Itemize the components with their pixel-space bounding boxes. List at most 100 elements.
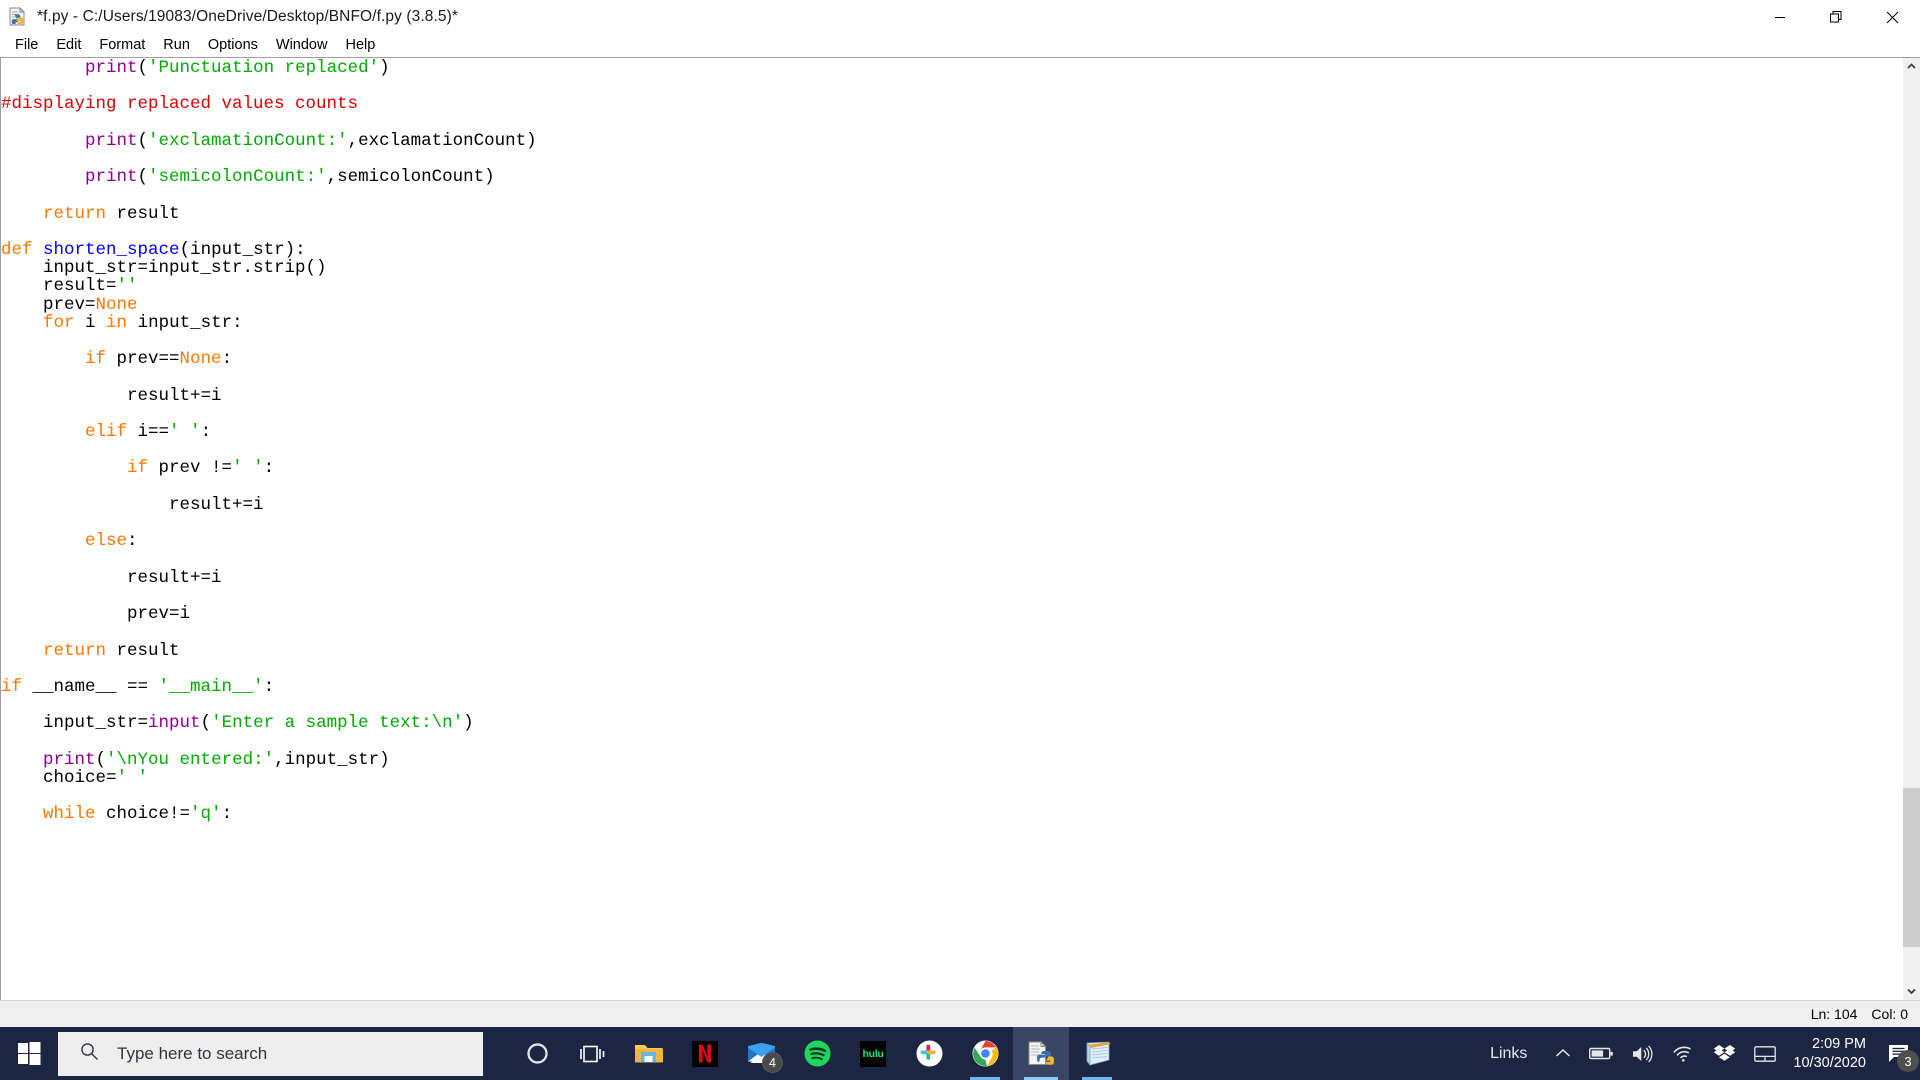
code-editor[interactable]: print('Punctuation replaced') #displayin… xyxy=(0,57,1903,1000)
code-token: result xyxy=(106,203,180,224)
mail-badge: 4 xyxy=(762,1052,783,1073)
vertical-scrollbar[interactable] xyxy=(1903,57,1920,1000)
code-token: : xyxy=(127,531,138,552)
windows-start-icon[interactable] xyxy=(0,1027,58,1080)
close-button[interactable] xyxy=(1864,0,1920,34)
code-line: prev=None xyxy=(1,296,1903,314)
code-token: else xyxy=(85,531,128,552)
chrome-icon[interactable] xyxy=(957,1027,1013,1080)
scroll-down-arrow-icon[interactable] xyxy=(1903,983,1920,1000)
status-bar: Ln: 104 Col: 0 xyxy=(0,1000,1920,1027)
code-token: prev== xyxy=(106,349,180,370)
code-line: for i in input_str: xyxy=(1,314,1903,332)
touchpad-icon[interactable] xyxy=(1745,1027,1785,1080)
python-idle-icon xyxy=(8,6,28,27)
code-token: input_str= xyxy=(1,713,149,734)
code-line: if prev==None: xyxy=(1,350,1903,368)
search-placeholder: Type here to search xyxy=(117,1043,268,1063)
wifi-icon[interactable] xyxy=(1664,1027,1704,1080)
code-token: ( xyxy=(137,130,149,151)
menu-item-edit[interactable]: Edit xyxy=(47,36,90,54)
editor-area: print('Punctuation replaced') #displayin… xyxy=(0,57,1920,1000)
code-token: def xyxy=(1,240,33,261)
notepad-icon[interactable] xyxy=(1069,1027,1125,1080)
scrollbar-track[interactable] xyxy=(1903,75,1920,983)
code-token: return xyxy=(43,640,107,661)
cortana-icon[interactable] xyxy=(509,1027,565,1080)
code-token: print xyxy=(85,167,138,188)
python-idle-icon[interactable] xyxy=(1013,1027,1069,1080)
code-token: result= xyxy=(1,276,117,297)
scrollbar-thumb[interactable] xyxy=(1903,787,1920,947)
code-line: print('exclamationCount:',exclamationCou… xyxy=(1,132,1903,150)
code-line: result+=i xyxy=(1,387,1903,405)
chevron-up-icon[interactable] xyxy=(1546,1027,1580,1080)
code-token: choice!= xyxy=(95,804,191,825)
clock-time: 2:09 PM xyxy=(1812,1036,1866,1053)
restore-button[interactable] xyxy=(1808,0,1864,34)
links-text: Links xyxy=(1490,1044,1528,1062)
battery-icon[interactable] xyxy=(1580,1027,1623,1080)
title-bar[interactable]: *f.py - C:/Users/19083/OneDrive/Desktop/… xyxy=(0,0,1920,34)
code-token: '\nYou entered:' xyxy=(106,749,275,770)
code-line: while choice!='q': xyxy=(1,805,1903,823)
mail-icon[interactable]: 4 xyxy=(733,1027,789,1080)
volume-icon[interactable] xyxy=(1623,1027,1664,1080)
code-token: '' xyxy=(116,276,138,297)
code-token: __name__ == xyxy=(22,676,159,697)
task-view-icon[interactable] xyxy=(565,1027,621,1080)
code-line: print('semicolonCount:',semicolonCount) xyxy=(1,168,1903,186)
code-token: : xyxy=(263,458,275,479)
code-line: result+=i xyxy=(1,569,1903,587)
code-token: if xyxy=(127,458,149,479)
code-token: result+=i xyxy=(1,567,222,588)
code-token: prev != xyxy=(148,458,233,479)
file-explorer-icon[interactable] xyxy=(621,1027,677,1080)
menu-item-file[interactable]: File xyxy=(6,36,47,54)
code-token: ' ' xyxy=(116,767,149,788)
code-token: choice= xyxy=(1,767,117,788)
slack-icon[interactable] xyxy=(901,1027,957,1080)
dropbox-icon[interactable] xyxy=(1704,1027,1745,1080)
code-token: ,semicolonCount) xyxy=(326,167,495,188)
menu-item-window[interactable]: Window xyxy=(267,36,337,54)
menu-item-run[interactable]: Run xyxy=(154,36,199,54)
code-token: (input_str): xyxy=(179,240,306,261)
clock-date: 10/30/2020 xyxy=(1793,1054,1866,1071)
status-column-number: Col: 0 xyxy=(1871,1006,1908,1022)
spotify-icon[interactable] xyxy=(789,1027,845,1080)
hulu-icon[interactable]: hulu xyxy=(845,1027,901,1080)
netflix-icon[interactable] xyxy=(677,1027,733,1080)
clock[interactable]: 2:09 PM 10/30/2020 xyxy=(1785,1027,1878,1080)
menu-item-help[interactable]: Help xyxy=(336,36,384,54)
code-token: ( xyxy=(200,713,212,734)
code-token: ) xyxy=(379,58,390,78)
code-line: input_str=input_str.strip() xyxy=(1,259,1903,277)
code-text[interactable]: print('Punctuation replaced') #displayin… xyxy=(1,58,1903,824)
menu-item-format[interactable]: Format xyxy=(90,36,154,54)
scroll-up-arrow-icon[interactable] xyxy=(1903,58,1920,75)
minimize-button[interactable] xyxy=(1752,0,1808,34)
menu-item-options[interactable]: Options xyxy=(199,36,267,54)
links-label[interactable]: Links xyxy=(1471,1027,1546,1080)
search-input[interactable]: Type here to search xyxy=(58,1031,483,1076)
system-tray: Links 2:09 PM 10/30/2020 3 xyxy=(1471,1027,1920,1080)
code-line: prev=i xyxy=(1,605,1903,623)
window-controls xyxy=(1752,0,1920,34)
code-line: if __name__ == '__main__': xyxy=(1,678,1903,696)
action-center-icon[interactable]: 3 xyxy=(1878,1027,1920,1080)
